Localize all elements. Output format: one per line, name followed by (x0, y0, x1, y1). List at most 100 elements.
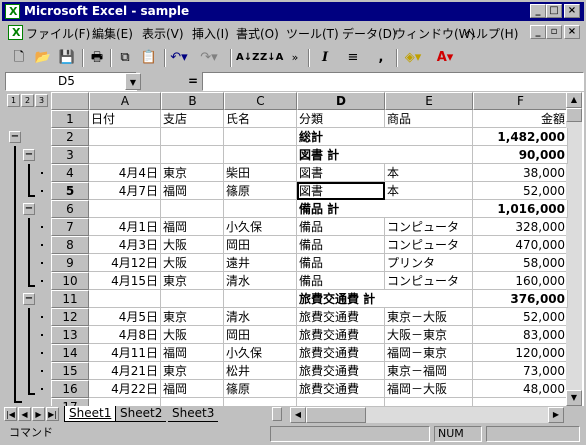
cell-b6[interactable] (161, 200, 224, 218)
cell-e6[interactable] (385, 200, 473, 218)
tab-sheet3[interactable]: Sheet3 (168, 406, 219, 422)
cell-c13[interactable]: 岡田 (224, 326, 297, 344)
cell-b9[interactable]: 大阪 (161, 254, 224, 272)
next-sheet-button[interactable]: ▶ (32, 407, 45, 421)
scroll-right-button[interactable]: ▶ (548, 407, 564, 423)
paste-icon[interactable]: 📋 (138, 48, 160, 68)
vertical-scroll-thumb[interactable] (566, 108, 582, 122)
fill-color-icon[interactable]: ◈▾ (402, 48, 424, 68)
cell-d12[interactable]: 旅費交通費 (297, 308, 385, 326)
outline-collapse-button[interactable]: − (23, 203, 35, 215)
row-header[interactable]: 16 (51, 380, 89, 398)
cell-f9[interactable]: 58,000 (473, 254, 568, 272)
cell-e11[interactable] (385, 290, 473, 308)
redo-icon[interactable]: ↷▾ (198, 48, 220, 68)
cell-c16[interactable]: 篠原 (224, 380, 297, 398)
select-all-corner[interactable] (51, 92, 89, 110)
cell-f4[interactable]: 38,000 (473, 164, 568, 182)
name-box[interactable]: D5 (5, 72, 137, 91)
doc-restore-button[interactable]: ▫ (546, 25, 562, 39)
row-header[interactable]: 13 (51, 326, 89, 344)
sort-ascending-icon[interactable]: A↓Z (236, 48, 259, 68)
print-icon[interactable]: 🖶 (86, 48, 108, 68)
menu-file[interactable]: ファイル(F) (26, 25, 90, 42)
column-header-a[interactable]: A (89, 92, 161, 110)
cell-d10[interactable]: 備品 (297, 272, 385, 290)
prev-sheet-button[interactable]: ◀ (18, 407, 31, 421)
more-buttons-icon[interactable]: » (284, 48, 306, 68)
row-header[interactable]: 17 (51, 398, 89, 406)
copy-icon[interactable]: ⧉ (114, 48, 136, 68)
cell-d7[interactable]: 備品 (297, 218, 385, 236)
cell-c17[interactable] (224, 398, 297, 406)
menu-help[interactable]: ヘルプ(H) (464, 25, 518, 42)
cell-f8[interactable]: 470,000 (473, 236, 568, 254)
cell-c12[interactable]: 清水 (224, 308, 297, 326)
cell-f12[interactable]: 52,000 (473, 308, 568, 326)
row-header[interactable]: 9 (51, 254, 89, 272)
cell-b2[interactable] (161, 128, 224, 146)
column-header-c[interactable]: C (224, 92, 297, 110)
outline-level-1-button[interactable]: 1 (7, 94, 20, 107)
outline-collapse-button[interactable]: − (23, 293, 35, 305)
cell-f7[interactable]: 328,000 (473, 218, 568, 236)
menu-tools[interactable]: ツール(T) (286, 25, 339, 42)
menu-edit[interactable]: 編集(E) (92, 25, 133, 42)
outline-level-3-button[interactable]: 3 (35, 94, 48, 107)
tab-sheet1[interactable]: Sheet1 (64, 406, 117, 422)
cell-f3[interactable]: 90,000 (473, 146, 568, 164)
cell-a1[interactable]: 日付 (89, 110, 161, 128)
cell-e12[interactable]: 東京－大阪 (385, 308, 473, 326)
column-header-b[interactable]: B (161, 92, 224, 110)
cell-b3[interactable] (161, 146, 224, 164)
new-icon[interactable]: 🗋 (8, 48, 30, 68)
cell-c2[interactable] (224, 128, 297, 146)
cell-e13[interactable]: 大阪－東京 (385, 326, 473, 344)
cell-a3[interactable] (89, 146, 161, 164)
cell-a5[interactable]: 4月7日 (89, 182, 161, 200)
cell-f13[interactable]: 83,000 (473, 326, 568, 344)
cell-c8[interactable]: 岡田 (224, 236, 297, 254)
cell-d15[interactable]: 旅費交通費 (297, 362, 385, 380)
doc-close-button[interactable]: × (564, 25, 580, 39)
maximize-button[interactable]: □ (546, 4, 562, 18)
cell-b7[interactable]: 福岡 (161, 218, 224, 236)
cell-d13[interactable]: 旅費交通費 (297, 326, 385, 344)
first-sheet-button[interactable]: |◀ (4, 407, 17, 421)
outline-level-2-button[interactable]: 2 (21, 94, 34, 107)
cell-b12[interactable]: 東京 (161, 308, 224, 326)
row-header[interactable]: 15 (51, 362, 89, 380)
cell-d6[interactable]: 備品 計 (297, 200, 385, 218)
menu-view[interactable]: 表示(V) (142, 25, 184, 42)
menu-format[interactable]: 書式(O) (236, 25, 279, 42)
cell-f14[interactable]: 120,000 (473, 344, 568, 362)
menu-data[interactable]: データ(D) (342, 25, 397, 42)
cell-e8[interactable]: コンピュータ (385, 236, 473, 254)
cell-a15[interactable]: 4月21日 (89, 362, 161, 380)
cell-e3[interactable] (385, 146, 473, 164)
doc-minimize-button[interactable]: _ (530, 25, 546, 39)
scroll-left-button[interactable]: ◀ (290, 407, 306, 423)
cell-c14[interactable]: 小久保 (224, 344, 297, 362)
cell-c9[interactable]: 遠井 (224, 254, 297, 272)
cell-f2[interactable]: 1,482,000 (473, 128, 568, 146)
name-box-dropdown[interactable]: ▼ (125, 73, 141, 90)
cell-f1[interactable]: 金額 (473, 110, 568, 128)
last-sheet-button[interactable]: ▶| (46, 407, 59, 421)
cell-a14[interactable]: 4月11日 (89, 344, 161, 362)
cell-e10[interactable]: コンピュータ (385, 272, 473, 290)
horizontal-scroll-thumb[interactable] (306, 407, 366, 423)
menu-insert[interactable]: 挿入(I) (192, 25, 229, 42)
excel-app-icon[interactable]: X (5, 4, 20, 19)
row-header[interactable]: 12 (51, 308, 89, 326)
cell-e5[interactable]: 本 (385, 182, 473, 200)
cell-c6[interactable] (224, 200, 297, 218)
cell-f6[interactable]: 1,016,000 (473, 200, 568, 218)
row-header[interactable]: 11 (51, 290, 89, 308)
comma-style-icon[interactable]: , (370, 48, 392, 68)
cell-b5[interactable]: 福岡 (161, 182, 224, 200)
cell-a12[interactable]: 4月5日 (89, 308, 161, 326)
row-header[interactable]: 1 (51, 110, 89, 128)
cell-e15[interactable]: 東京－福岡 (385, 362, 473, 380)
cell-b14[interactable]: 福岡 (161, 344, 224, 362)
